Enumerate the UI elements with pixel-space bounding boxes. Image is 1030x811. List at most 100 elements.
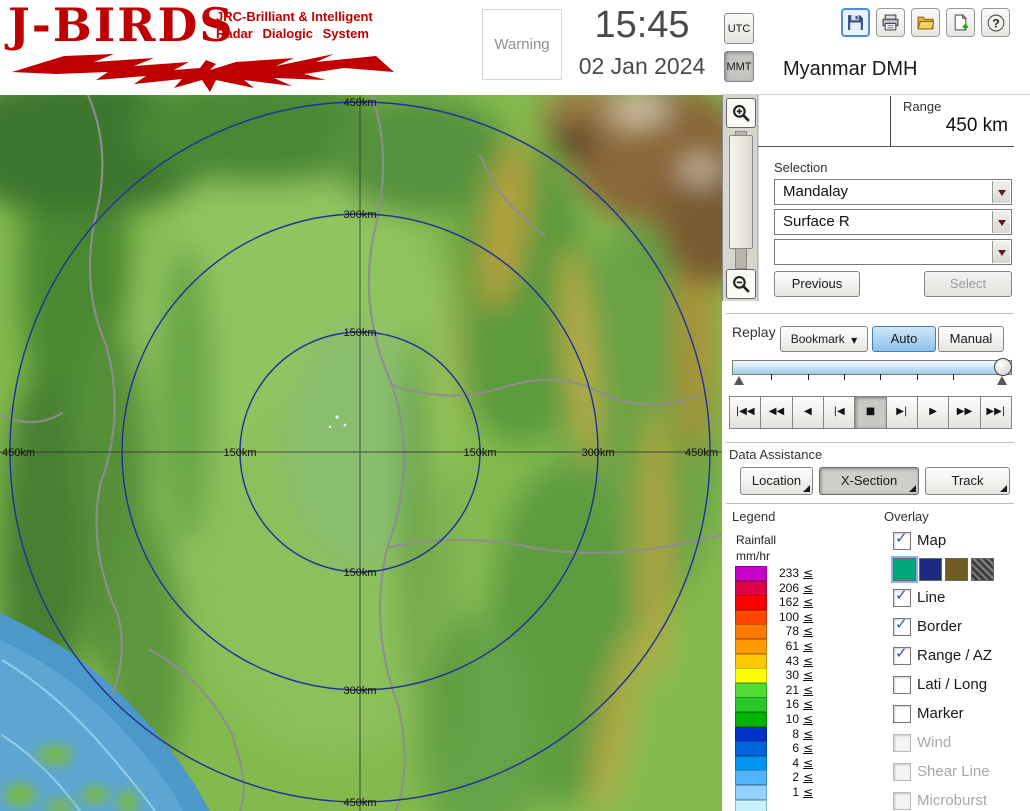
legend-row: 100≤ — [735, 610, 825, 625]
svg-text:450km: 450km — [2, 447, 35, 459]
timeline-track[interactable] — [732, 360, 1012, 375]
play-button[interactable]: ▶ — [917, 396, 949, 429]
legend-swatch — [735, 566, 767, 581]
location-button[interactable]: Location — [740, 467, 813, 495]
stop-button[interactable]: ■ — [854, 396, 886, 429]
open-file-button[interactable] — [911, 8, 940, 37]
skip-to-start-button[interactable]: |◀◀ — [729, 396, 761, 429]
svg-text:450km: 450km — [343, 97, 376, 109]
manual-mode-button[interactable]: Manual — [938, 326, 1004, 352]
utc-button-label: UTC — [728, 23, 751, 35]
track-button[interactable]: Track — [925, 467, 1010, 495]
help-icon: ? — [987, 14, 1005, 32]
radar-map-canvas[interactable]: 450km 300km 150km 150km 300km 450km 450k… — [0, 95, 722, 811]
save-icon — [847, 14, 864, 31]
step-back-button[interactable]: |◀ — [823, 396, 855, 429]
legend-swatch — [735, 756, 767, 771]
line-checkbox[interactable]: ✓ — [893, 589, 911, 607]
print-button[interactable] — [876, 8, 905, 37]
zoom-out-button[interactable] — [726, 269, 756, 299]
station-dropdown[interactable]: Mandalay — [774, 179, 1012, 205]
legend-row: 2≤ — [735, 770, 825, 785]
legend-row: 1≤ — [735, 785, 825, 800]
overlay-item-label: Border — [917, 618, 962, 635]
overlay-item-label: Shear Line — [917, 763, 990, 780]
svg-text:150km: 150km — [223, 447, 256, 459]
fast-rewind-button[interactable]: ◀◀ — [760, 396, 792, 429]
separator — [722, 94, 1030, 95]
legend-row: 4≤ — [735, 756, 825, 771]
legend-row: 206≤ — [735, 581, 825, 596]
legend-swatch — [735, 727, 767, 742]
separator — [726, 503, 1014, 504]
overlay-item-label: Range / AZ — [917, 647, 992, 664]
overlay-item-label: Lati / Long — [917, 676, 987, 693]
check-icon: ✓ — [895, 529, 908, 547]
select-button[interactable]: Select — [924, 271, 1012, 297]
location-button-label: Location — [752, 473, 801, 488]
chevron-down-icon — [998, 190, 1006, 200]
legend-swatch — [735, 595, 767, 610]
play-reverse-button[interactable]: ◀ — [792, 396, 824, 429]
help-button[interactable]: ? — [981, 8, 1010, 37]
eagle-logo-icon — [6, 48, 398, 92]
map-style-swatch-navy[interactable] — [919, 558, 942, 581]
legend-scale: 233≤ 206≤ 162≤ 100≤ 78≤ 61≤ 43≤ 30≤ 21≤ … — [735, 566, 825, 811]
overlay-item-label: Marker — [917, 705, 964, 722]
border-checkbox[interactable]: ✓ — [893, 618, 911, 636]
previous-button[interactable]: Previous — [774, 271, 860, 297]
zoom-slider-thumb[interactable] — [729, 135, 753, 249]
option-dropdown[interactable] — [774, 239, 1012, 265]
fast-forward-button[interactable]: ▶▶ — [948, 396, 980, 429]
replay-label: Replay — [732, 324, 776, 340]
export-button[interactable] — [946, 8, 975, 37]
legend-unit-line1: Rainfall — [736, 533, 776, 547]
replay-timeline[interactable] — [732, 358, 1012, 392]
legend-swatch — [735, 712, 767, 727]
legend-row: 78≤ — [735, 624, 825, 639]
timeline-thumb[interactable] — [994, 358, 1012, 376]
save-button[interactable] — [841, 8, 870, 37]
svg-text:300km: 300km — [581, 447, 614, 459]
xsection-button[interactable]: X-Section — [819, 467, 919, 495]
utc-button[interactable]: UTC — [724, 13, 754, 44]
overlay-item-label: Line — [917, 589, 945, 606]
svg-text:450km: 450km — [685, 447, 718, 459]
legend-row: 162≤ — [735, 595, 825, 610]
timeline-tick — [771, 374, 772, 380]
legend-row: 30≤ — [735, 668, 825, 683]
lati-long-checkbox[interactable] — [893, 676, 911, 694]
auto-mode-button[interactable]: Auto — [872, 326, 936, 352]
mmt-button[interactable]: MMT — [724, 51, 754, 82]
skip-to-end-button[interactable]: ▶▶| — [980, 396, 1012, 429]
product-dropdown-arrow-button[interactable] — [992, 211, 1010, 233]
marker-checkbox[interactable] — [893, 705, 911, 723]
step-forward-button[interactable]: ▶| — [886, 396, 918, 429]
map-style-swatch-gray[interactable] — [971, 558, 994, 581]
bookmark-button[interactable]: Bookmark ▼ — [780, 326, 868, 352]
legend-swatch — [735, 610, 767, 625]
svg-text:450km: 450km — [343, 797, 376, 809]
xsection-button-label: X-Section — [841, 473, 897, 488]
wind-checkbox — [893, 734, 911, 752]
map-checkbox[interactable]: ✓ — [893, 532, 911, 550]
product-dropdown[interactable]: Surface R — [774, 209, 1012, 235]
app-logo-title: J-BIRDS — [8, 2, 235, 48]
legend-row: 8≤ — [735, 727, 825, 742]
option-dropdown-arrow-button[interactable] — [992, 241, 1010, 263]
range-az-checkbox[interactable]: ✓ — [893, 647, 911, 665]
map-style-swatch-green[interactable] — [893, 558, 916, 581]
svg-text:300km: 300km — [343, 685, 376, 697]
radar-map-viewport[interactable]: 450km 300km 150km 150km 300km 450km 450k… — [0, 95, 722, 811]
legend-swatch — [735, 785, 767, 800]
bookmark-button-label: Bookmark — [791, 332, 845, 346]
timeline-tick — [808, 374, 809, 380]
legend-swatch — [735, 668, 767, 683]
legend-row: 21≤ — [735, 683, 825, 698]
chevron-down-icon: ▼ — [851, 336, 857, 345]
zoom-in-button[interactable] — [726, 98, 756, 128]
shear-line-checkbox — [893, 763, 911, 781]
map-color-palette — [893, 558, 1013, 580]
map-style-swatch-olive[interactable] — [945, 558, 968, 581]
station-dropdown-arrow-button[interactable] — [992, 181, 1010, 203]
